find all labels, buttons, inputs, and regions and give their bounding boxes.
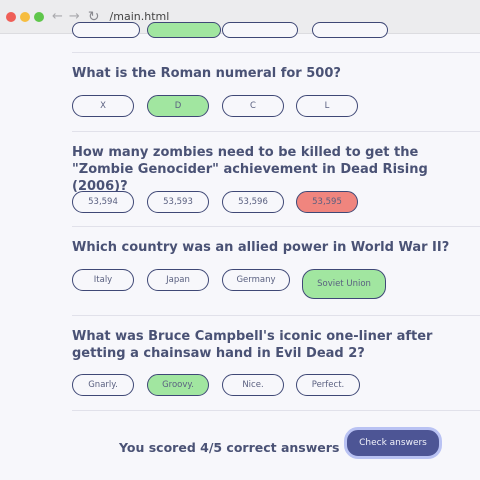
close-window-dot[interactable] (6, 11, 16, 22)
question-text: What was Bruce Campbell's iconic one-lin… (72, 329, 433, 361)
quiz-page: What is the Roman numeral for 500? X D C… (0, 22, 480, 480)
answer-option[interactable]: Soviet Union (302, 269, 386, 299)
answer-option[interactable]: Italy (72, 269, 134, 291)
answer-option[interactable]: X (72, 95, 134, 117)
question-text: Which country was an allied power in Wor… (72, 240, 450, 255)
divider (72, 410, 480, 411)
answer-option[interactable]: Nice. (222, 374, 284, 396)
answer-option[interactable] (222, 22, 298, 38)
answer-option[interactable]: D (147, 95, 209, 117)
answer-option[interactable]: Germany (222, 269, 290, 291)
back-arrow-icon[interactable]: ← (52, 10, 63, 23)
answer-option[interactable]: 53,593 (147, 191, 209, 213)
minimize-window-dot[interactable] (20, 11, 30, 22)
answer-option[interactable]: C (222, 95, 284, 117)
answer-option[interactable] (72, 22, 140, 38)
answer-option[interactable] (312, 22, 388, 38)
answer-option[interactable]: 53,595 (296, 191, 358, 213)
answer-option[interactable] (147, 22, 221, 38)
divider (72, 226, 480, 227)
divider (72, 131, 480, 132)
answer-option[interactable]: L (296, 95, 358, 117)
divider (72, 315, 480, 316)
answer-option[interactable]: Gnarly. (72, 374, 134, 396)
answer-option[interactable]: Japan (147, 269, 209, 291)
question-text: How many zombies need to be killed to ge… (72, 145, 428, 194)
answer-option[interactable]: 53,594 (72, 191, 134, 213)
quiz-content: What is the Roman numeral for 500? X D C… (72, 22, 480, 480)
divider (72, 52, 480, 53)
answer-option[interactable]: 53,596 (222, 191, 284, 213)
window-controls (6, 11, 44, 22)
maximize-window-dot[interactable] (34, 11, 44, 22)
question-text: What is the Roman numeral for 500? (72, 66, 341, 81)
score-text: You scored 4/5 correct answers (119, 440, 340, 455)
answer-option[interactable]: Perfect. (296, 374, 360, 396)
answer-option[interactable]: Groovy. (147, 374, 209, 396)
check-answers-button[interactable]: Check answers (344, 427, 442, 459)
